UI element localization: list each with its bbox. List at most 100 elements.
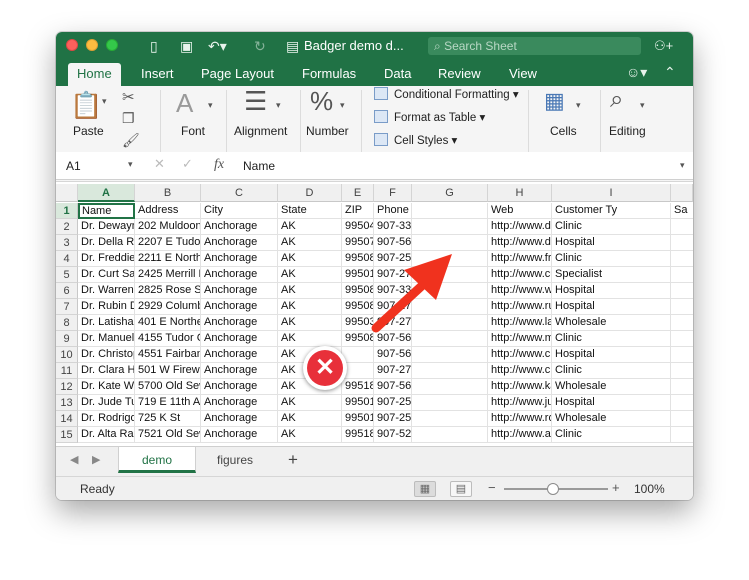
- grid-cell[interactable]: City: [201, 203, 278, 219]
- grid-cell[interactable]: AK: [278, 267, 342, 283]
- grid-cell[interactable]: Hospital: [552, 395, 671, 411]
- grid-cell[interactable]: 99503: [342, 315, 374, 331]
- grid-cell[interactable]: Clinic: [552, 251, 671, 267]
- grid-cell[interactable]: 5700 Old Sewar: [135, 379, 201, 395]
- grid-cell[interactable]: AK: [278, 395, 342, 411]
- alignment-lines-icon[interactable]: ☰: [244, 86, 267, 117]
- grid-cell[interactable]: Dr. Freddie P: [78, 251, 135, 267]
- active-cell[interactable]: Name: [78, 203, 135, 219]
- grid-cell[interactable]: http://www.clarahaynai: [488, 363, 552, 379]
- grid-cell[interactable]: AK: [278, 411, 342, 427]
- grid-cell[interactable]: Dr. Dewayne: [78, 219, 135, 235]
- next-sheet-icon[interactable]: ▶: [92, 453, 100, 466]
- grid-cell[interactable]: [412, 315, 488, 331]
- grid-cell[interactable]: [412, 283, 488, 299]
- grid-cell[interactable]: Web: [488, 203, 552, 219]
- grid-cell[interactable]: Anchorage: [201, 363, 278, 379]
- cancel-entry-icon[interactable]: ✕: [154, 156, 165, 172]
- grid-cell[interactable]: 99518: [342, 427, 374, 443]
- grid-cell[interactable]: Hospital: [552, 283, 671, 299]
- grid-cell[interactable]: Anchorage: [201, 235, 278, 251]
- conditional-formatting-button[interactable]: Conditional Formatting ▾: [374, 86, 519, 104]
- row-header[interactable]: 2: [56, 219, 78, 235]
- grid-cell[interactable]: [671, 299, 693, 315]
- zoom-window-button[interactable]: [106, 39, 118, 51]
- cells-label[interactable]: Cells: [550, 124, 577, 138]
- grid-cell[interactable]: http://www.dewaynedr: [488, 219, 552, 235]
- grid-cell[interactable]: [671, 427, 693, 443]
- grid-cell[interactable]: [412, 219, 488, 235]
- tab-insert[interactable]: Insert: [132, 63, 183, 86]
- grid-cell[interactable]: [671, 395, 693, 411]
- tab-review[interactable]: Review: [429, 63, 490, 86]
- grid-cell[interactable]: Address: [135, 203, 201, 219]
- grid-cell[interactable]: Phone: [374, 203, 412, 219]
- font-label[interactable]: Font: [181, 124, 205, 138]
- grid-cell[interactable]: [671, 331, 693, 347]
- grid-cell[interactable]: AK: [278, 315, 342, 331]
- select-all-corner[interactable]: [56, 184, 78, 202]
- grid-cell[interactable]: 2207 E Tudor R: [135, 235, 201, 251]
- column-header-a[interactable]: A: [78, 184, 135, 202]
- editing-label[interactable]: Editing: [609, 124, 646, 138]
- grid-cell[interactable]: 501 W Fireweed: [135, 363, 201, 379]
- column-header-e[interactable]: E: [342, 184, 374, 202]
- grid-cell[interactable]: http://www.latishareyn: [488, 315, 552, 331]
- grid-cell[interactable]: Wholesale: [552, 315, 671, 331]
- sidebar-toggle-icon[interactable]: ▯: [150, 37, 158, 55]
- grid-cell[interactable]: 907-258-2623: [374, 251, 412, 267]
- grid-cell[interactable]: 4155 Tudor Cer: [135, 331, 201, 347]
- row-header[interactable]: 7: [56, 299, 78, 315]
- grid-cell[interactable]: [412, 363, 488, 379]
- cell-styles-button[interactable]: Cell Styles ▾: [374, 132, 457, 150]
- zoom-slider-handle[interactable]: [547, 483, 559, 495]
- grid-cell[interactable]: Dr. Latisha R: [78, 315, 135, 331]
- format-painter-icon[interactable]: 🖌: [122, 132, 140, 149]
- grid-cell[interactable]: Clinic: [552, 219, 671, 235]
- grid-cell[interactable]: Hospital: [552, 235, 671, 251]
- grid-cell[interactable]: Anchorage: [201, 315, 278, 331]
- grid-cell[interactable]: 99508: [342, 299, 374, 315]
- font-glyph-icon[interactable]: A: [176, 88, 193, 119]
- grid-cell[interactable]: Dr. Jude Turv: [78, 395, 135, 411]
- row-header[interactable]: 14: [56, 411, 78, 427]
- row-header[interactable]: 10: [56, 347, 78, 363]
- grid-cell[interactable]: Dr. Della Ras: [78, 235, 135, 251]
- grid-cell[interactable]: 401 E Northern: [135, 315, 201, 331]
- grid-cell[interactable]: http://www.dellarasbur: [488, 235, 552, 251]
- grid-cell[interactable]: [671, 251, 693, 267]
- grid-cell[interactable]: 99501: [342, 411, 374, 427]
- grid-cell[interactable]: 907-276-3887: [374, 267, 412, 283]
- grid-cell[interactable]: Dr. Clara Hay: [78, 363, 135, 379]
- row-header[interactable]: 1: [56, 203, 78, 219]
- grid-cell[interactable]: Anchorage: [201, 427, 278, 443]
- share-user-icon[interactable]: ⚇+: [654, 37, 673, 55]
- grid-cell[interactable]: State: [278, 203, 342, 219]
- grid-cell[interactable]: AK: [278, 427, 342, 443]
- grid-cell[interactable]: [671, 347, 693, 363]
- grid-cell[interactable]: Clinic: [552, 363, 671, 379]
- grid-cell[interactable]: Customer Ty: [552, 203, 671, 219]
- grid-cell[interactable]: http://www.rodrigooinc: [488, 411, 552, 427]
- editing-magnifier-icon[interactable]: ⌕: [610, 86, 623, 114]
- grid-cell[interactable]: [671, 379, 693, 395]
- grid-cell[interactable]: AK: [278, 251, 342, 267]
- tab-home[interactable]: Home: [68, 63, 121, 86]
- grid-cell[interactable]: 907-561-8996: [374, 379, 412, 395]
- sheet-tab-demo[interactable]: demo: [118, 447, 196, 473]
- grid-cell[interactable]: [412, 235, 488, 251]
- grid-cell[interactable]: [671, 315, 693, 331]
- grid-cell[interactable]: 99501: [342, 267, 374, 283]
- grid-cell[interactable]: Dr. Rodrigo C: [78, 411, 135, 427]
- font-dropdown-icon[interactable]: ▾: [208, 100, 213, 111]
- grid-cell[interactable]: 99508: [342, 283, 374, 299]
- row-header[interactable]: 9: [56, 331, 78, 347]
- grid-cell[interactable]: 7521 Old Sewar: [135, 427, 201, 443]
- smiley-feedback-icon[interactable]: ☺▾: [626, 63, 647, 81]
- add-sheet-button[interactable]: +: [278, 447, 308, 473]
- column-header-b[interactable]: B: [135, 184, 201, 202]
- row-header[interactable]: 13: [56, 395, 78, 411]
- grid-cell[interactable]: 202 Muldoon R: [135, 219, 201, 235]
- name-box-dropdown-icon[interactable]: ▾: [128, 159, 133, 170]
- format-as-table-button[interactable]: Format as Table ▾: [374, 109, 485, 127]
